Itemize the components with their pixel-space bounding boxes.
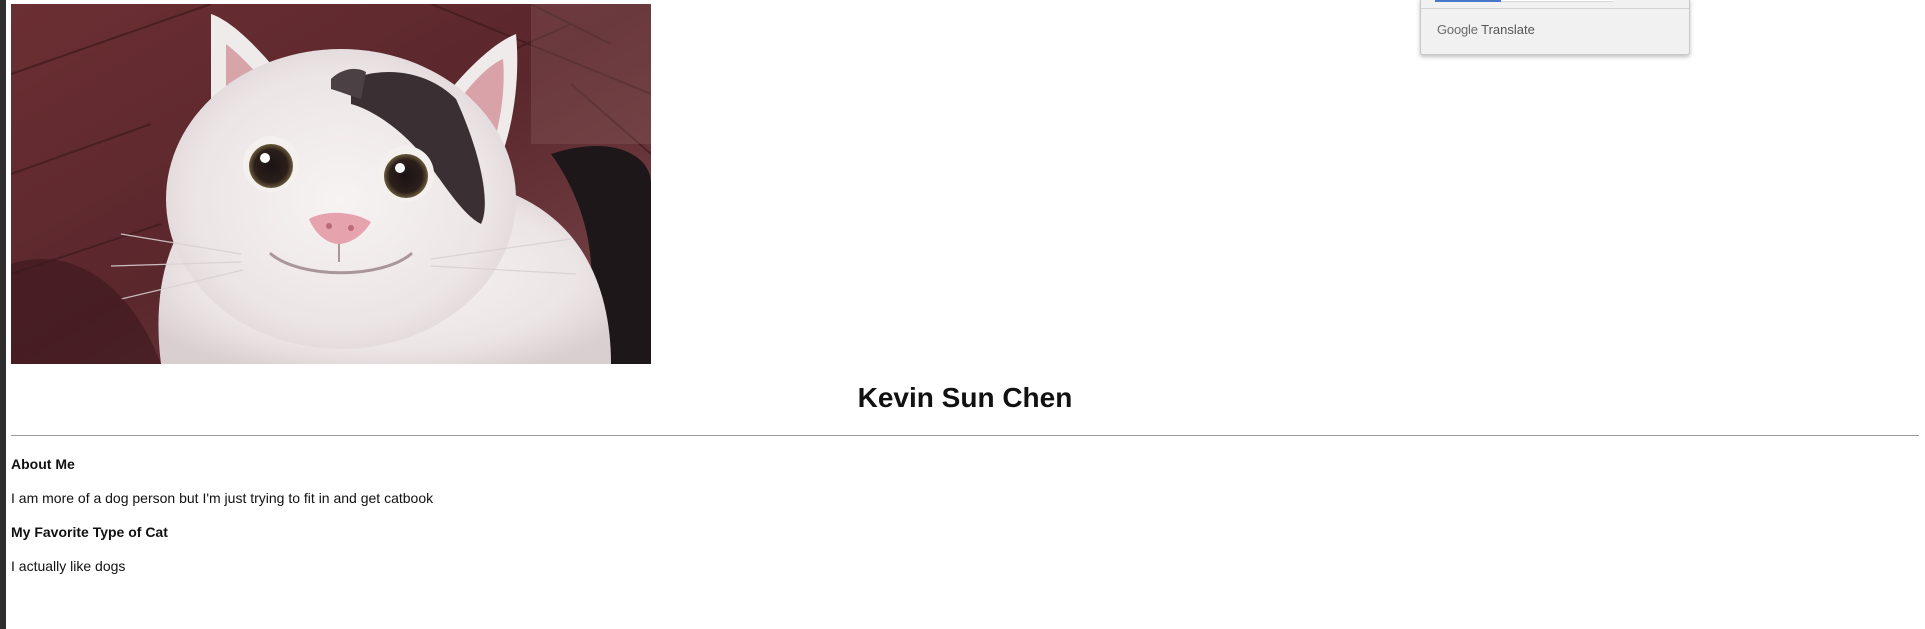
horizontal-divider <box>11 435 1919 436</box>
google-translate-brand[interactable]: Google Translate <box>1437 22 1535 37</box>
window-left-edge <box>0 0 6 629</box>
about-heading: About Me <box>11 456 75 472</box>
language-select[interactable] <box>1435 0 1613 2</box>
profile-photo <box>11 4 651 364</box>
favorite-cat-text: I actually like dogs <box>11 558 126 574</box>
google-logo-text: Google <box>1437 22 1478 37</box>
page-title: Kevin Sun Chen <box>857 382 1073 413</box>
language-select-highlight <box>1435 0 1501 2</box>
translate-divider <box>1421 8 1689 9</box>
about-text: I am more of a dog person but I'm just t… <box>11 490 434 506</box>
google-translate-widget: Google Translate <box>1420 0 1690 55</box>
translate-label: Translate <box>1481 22 1535 37</box>
favorite-cat-heading: My Favorite Type of Cat <box>11 524 168 540</box>
cat-image <box>11 4 651 364</box>
